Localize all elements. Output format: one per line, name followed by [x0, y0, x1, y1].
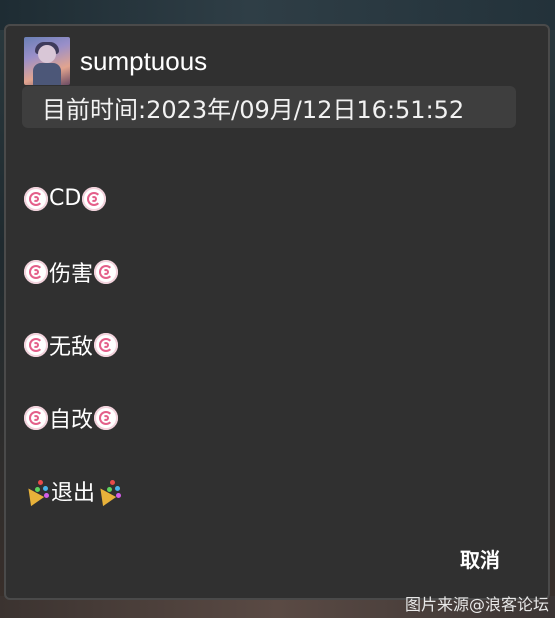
menu-item-exit[interactable]: 退出	[21, 454, 122, 527]
menu-item-label: 退出	[51, 480, 96, 506]
fish-cake-swirl-icon	[24, 332, 48, 357]
party-popper-icon	[21, 478, 50, 506]
fish-cake-swirl-icon	[24, 405, 48, 430]
watermark-text: 图片来源@浪客论坛	[404, 595, 549, 614]
party-popper-icon	[93, 478, 122, 506]
fish-cake-swirl-icon	[94, 332, 119, 357]
avatar	[24, 37, 70, 85]
menu-item-damage[interactable]: 伤害	[24, 235, 122, 308]
cancel-button[interactable]: 取消	[460, 544, 500, 573]
menu-item-cd[interactable]: CD	[24, 162, 122, 235]
fish-cake-swirl-icon	[94, 259, 119, 284]
current-time-text: 目前时间:2023年/09月/12日16:51:52	[42, 95, 465, 124]
menu-item-label: 无敌	[49, 334, 94, 360]
fish-cake-swirl-icon	[94, 405, 119, 430]
fish-cake-swirl-icon	[24, 186, 48, 211]
menu-dialog: sumptuous 目前时间:2023年/09月/12日16:51:52 CD …	[4, 24, 550, 600]
menu-item-self-modify[interactable]: 自改	[24, 381, 122, 454]
fish-cake-swirl-icon	[82, 186, 107, 211]
username: sumptuous	[80, 45, 208, 76]
menu-item-label: 伤害	[49, 261, 94, 287]
dialog-header: sumptuous	[24, 36, 207, 86]
menu-item-label: 自改	[49, 407, 94, 433]
menu-item-label: CD	[49, 186, 82, 211]
fish-cake-swirl-icon	[24, 259, 48, 284]
current-time-bar: 目前时间:2023年/09月/12日16:51:52	[22, 86, 516, 128]
menu-item-invincible[interactable]: 无敌	[24, 308, 122, 381]
menu-list: CD 伤害 无敌 自改 退出	[21, 162, 122, 527]
